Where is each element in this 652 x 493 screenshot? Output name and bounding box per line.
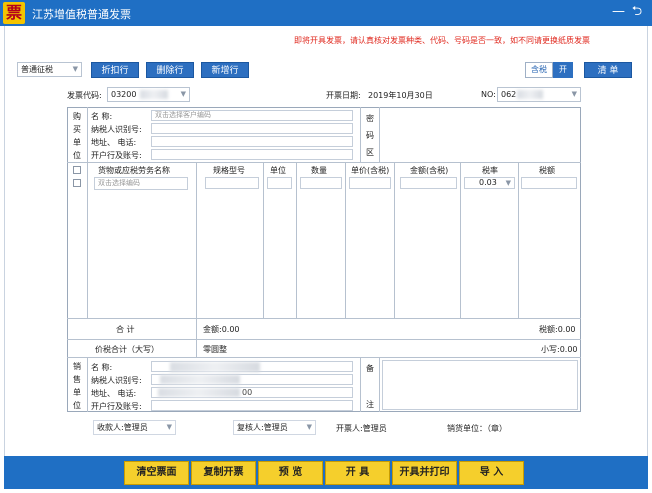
tax-included-toggle[interactable]: 开 xyxy=(553,62,573,78)
col-spec: 规格型号 xyxy=(213,166,245,175)
copy-issue-button[interactable]: 复制开票 xyxy=(191,461,256,485)
tax-type-value: 普通征税 xyxy=(21,65,53,74)
issue-date-label: 开票日期: xyxy=(326,91,361,100)
seller-bank-label: 开户行及账号: xyxy=(91,402,142,411)
reviewer-select[interactable]: 复核人:管理员 ▼ xyxy=(233,420,316,435)
preview-button[interactable]: 预 览 xyxy=(258,461,323,485)
issue-date-value: 2019年10月30日 xyxy=(368,91,433,100)
total-upper-label: 价税合计（大写） xyxy=(95,345,159,354)
invoice-code-value: 03200 xyxy=(111,90,137,99)
redacted-number xyxy=(517,90,543,99)
redacted-code xyxy=(140,90,168,99)
seller-stamp-label: 销货单位：（章） xyxy=(447,424,507,433)
seller-name-label: 名 称: xyxy=(91,363,113,372)
buyer-taxid-input[interactable] xyxy=(151,123,353,134)
minimize-icon[interactable]: — xyxy=(612,3,625,21)
password-area xyxy=(382,110,578,160)
chevron-down-icon: ▼ xyxy=(180,90,186,98)
seller-taxid-label: 纳税人识别号: xyxy=(91,376,142,385)
sum-amount: 金额:0.00 xyxy=(203,325,240,334)
invoice-no-label: NO: xyxy=(481,90,496,99)
payee-select[interactable]: 收款人:管理员 ▼ xyxy=(93,420,176,435)
total-upper-value: 零圆整 xyxy=(203,345,227,354)
spec-input[interactable] xyxy=(205,177,259,189)
redacted-seller-address xyxy=(158,388,240,397)
tax-rate-value: 0.03 xyxy=(479,178,497,187)
import-button[interactable]: 导 入 xyxy=(459,461,524,485)
payee-value: 收款人:管理员 xyxy=(97,423,148,432)
warning-notice: 即将开具发票，请认真核对发票种类、代码、号码是否一致，如不同请更换纸质发票 xyxy=(294,36,590,45)
discount-row-button[interactable]: 折扣行 xyxy=(91,62,139,78)
tax-included-label: 含税 xyxy=(525,62,553,78)
col-tax-amount: 税额 xyxy=(539,166,555,175)
chevron-down-icon: ▼ xyxy=(166,423,172,431)
clear-button[interactable]: 清空票面 xyxy=(124,461,189,485)
amount-input[interactable] xyxy=(400,177,457,189)
buyer-taxid-label: 纳税人识别号: xyxy=(91,125,142,134)
goods-name-input[interactable]: 双击选择编码 xyxy=(94,177,188,190)
row-checkbox[interactable] xyxy=(73,179,81,187)
chevron-down-icon: ▼ xyxy=(505,179,511,187)
buyer-name-input[interactable]: 双击选择客户编码 xyxy=(151,110,353,121)
seller-address-label: 地址、 电话: xyxy=(91,389,137,398)
unit-price-input[interactable] xyxy=(349,177,391,189)
invoice-no-value: 062 xyxy=(501,90,517,99)
title-bar: 票 江苏增值税普通发票 — ⮌ xyxy=(0,0,652,26)
select-all-checkbox[interactable] xyxy=(73,166,81,174)
remark-textarea[interactable] xyxy=(382,360,578,410)
col-unit-price: 单价(含税) xyxy=(351,166,390,175)
list-button[interactable]: 清 单 xyxy=(584,62,632,78)
buyer-address-label: 地址、 电话: xyxy=(91,138,137,147)
delete-row-button[interactable]: 删除行 xyxy=(146,62,194,78)
invoice-code-label: 发票代码: xyxy=(67,91,102,100)
drawer-label: 开票人:管理员 xyxy=(336,424,387,433)
redacted-seller-name xyxy=(170,362,260,372)
chevron-down-icon: ▼ xyxy=(72,65,78,73)
issue-print-button[interactable]: 开具并打印 xyxy=(392,461,457,485)
col-unit: 单位 xyxy=(270,166,286,175)
buyer-address-input[interactable] xyxy=(151,136,353,147)
col-amount: 金额(含税) xyxy=(410,166,449,175)
buyer-bank-label: 开户行及账号: xyxy=(91,151,142,160)
unit-input[interactable] xyxy=(267,177,292,189)
sum-label: 合 计 xyxy=(116,325,135,334)
redacted-seller-taxid xyxy=(160,375,240,384)
tax-rate-select[interactable]: 0.03 ▼ xyxy=(464,177,515,189)
tax-amount-input[interactable] xyxy=(521,177,577,189)
back-icon[interactable]: ⮌ xyxy=(630,3,644,21)
col-goods-name: 货物或应税劳务名称 xyxy=(98,166,170,175)
sum-tax: 税额:0.00 xyxy=(539,325,576,334)
quantity-input[interactable] xyxy=(300,177,342,189)
buyer-bank-input[interactable] xyxy=(151,149,353,160)
col-tax-rate: 税率 xyxy=(482,166,498,175)
window-title: 江苏增值税普通发票 xyxy=(32,8,131,21)
seller-address-partial: 00 xyxy=(242,388,253,397)
tax-type-select[interactable]: 普通征税 ▼ xyxy=(17,62,82,77)
total-lower-value: 小写:0.00 xyxy=(541,345,578,354)
issue-button[interactable]: 开 具 xyxy=(325,461,390,485)
col-quantity: 数量 xyxy=(311,166,327,175)
buyer-name-label: 名 称: xyxy=(91,112,113,121)
seller-bank-input[interactable] xyxy=(151,400,353,411)
chevron-down-icon: ▼ xyxy=(306,423,312,431)
new-row-button[interactable]: 新增行 xyxy=(201,62,249,78)
invoice-logo-icon: 票 xyxy=(3,2,25,24)
chevron-down-icon: ▼ xyxy=(571,90,577,98)
reviewer-value: 复核人:管理员 xyxy=(237,423,288,432)
